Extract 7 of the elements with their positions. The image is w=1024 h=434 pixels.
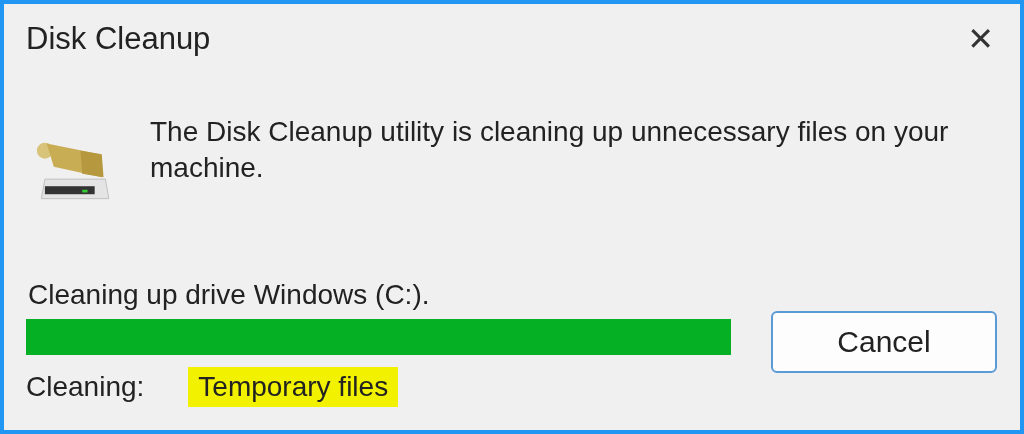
- window-title: Disk Cleanup: [26, 21, 211, 57]
- cleaning-label: Cleaning:: [26, 371, 145, 403]
- description-text: The Disk Cleanup utility is cleaning up unnecessary files on your machine.: [150, 115, 950, 186]
- status-text: Cleaning up drive Windows (C:).: [28, 279, 431, 311]
- current-item-text: Temporary files: [188, 367, 399, 407]
- close-button[interactable]: ✕: [963, 20, 998, 58]
- cancel-button[interactable]: Cancel: [771, 311, 997, 373]
